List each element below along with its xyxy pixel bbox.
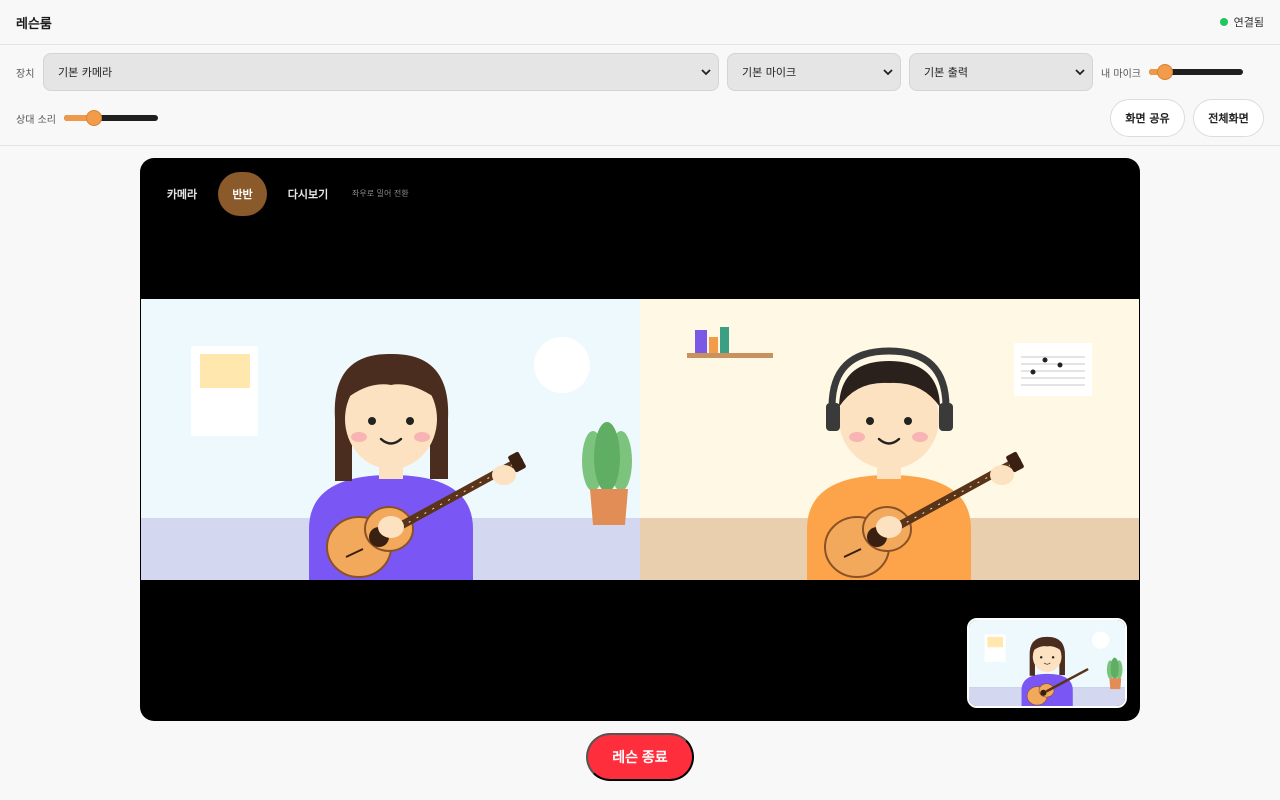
self-view-illustration <box>969 620 1125 706</box>
share-screen-button[interactable]: 화면 공유 <box>1110 99 1185 137</box>
tab-replay[interactable]: 다시보기 <box>277 172 339 216</box>
connection-status: 연결됨 <box>1219 14 1264 30</box>
student-illustration <box>141 299 640 580</box>
self-view-pip[interactable] <box>967 618 1127 708</box>
output-select-value: 기본 출력 <box>924 66 968 79</box>
teacher-video <box>640 299 1139 580</box>
slider-thumb[interactable] <box>1156 64 1173 80</box>
my-mic-label: 내 마이크 <box>1101 69 1141 80</box>
slider-thumb[interactable] <box>85 110 102 126</box>
chevron-down-icon <box>1075 69 1085 76</box>
swipe-hint: 좌우로 밀어 전환 <box>352 189 409 198</box>
top-bar: 레슨룸 연결됨 <box>0 0 1280 45</box>
camera-select[interactable]: 기본 카메라 <box>43 53 719 91</box>
status-text: 연결됨 <box>1233 16 1264 29</box>
camera-select-value: 기본 카메라 <box>58 66 113 79</box>
chevron-down-icon <box>883 69 893 76</box>
mic-select-value: 기본 마이크 <box>742 66 797 79</box>
app-title: 레슨룸 <box>16 16 52 32</box>
device-controls: 장치 기본 카메라 기본 마이크 기본 출력 내 마이크 상대 소리 화면 공유… <box>0 45 1280 146</box>
end-lesson-button[interactable]: 레슨 종료 <box>586 733 694 781</box>
tab-split[interactable]: 반반 <box>218 172 267 216</box>
chevron-down-icon <box>701 69 711 76</box>
student-video <box>141 299 640 580</box>
teacher-illustration <box>640 299 1139 580</box>
my-mic-slider[interactable] <box>1149 64 1243 80</box>
mic-select[interactable]: 기본 마이크 <box>727 53 901 91</box>
status-dot-icon <box>1219 18 1228 26</box>
fullscreen-button[interactable]: 전체화면 <box>1193 99 1264 137</box>
output-select[interactable]: 기본 출력 <box>909 53 1093 91</box>
peer-sound-slider[interactable] <box>64 110 158 126</box>
sheet-music-icon <box>1014 343 1092 396</box>
tab-camera[interactable]: 카메라 <box>155 172 209 216</box>
devices-label: 장치 <box>16 69 35 80</box>
video-stage: 카메라 반반 다시보기 좌우로 밀어 전환 <box>140 158 1140 721</box>
peer-sound-label: 상대 소리 <box>16 115 56 126</box>
